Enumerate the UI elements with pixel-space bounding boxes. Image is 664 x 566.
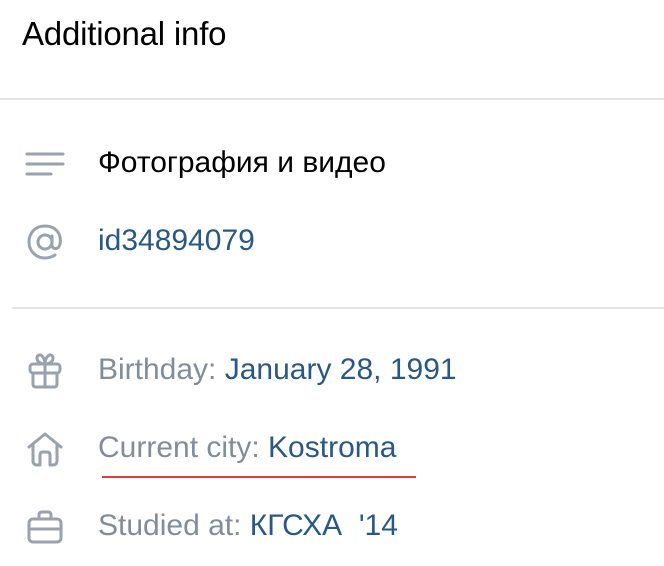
city-row: Current city: Kostroma bbox=[0, 423, 664, 473]
section-title: Additional info bbox=[22, 15, 227, 52]
profile-id-link[interactable]: id34894079 bbox=[98, 216, 255, 266]
birthday-label: Birthday: bbox=[98, 353, 225, 386]
divider bbox=[0, 98, 664, 100]
gift-icon bbox=[24, 351, 66, 391]
photo-video-label: Фотография и видео bbox=[98, 146, 386, 179]
briefcase-icon bbox=[24, 507, 66, 547]
birthday-row: Birthday: January 28, 1991 bbox=[0, 345, 664, 395]
at-icon bbox=[24, 222, 66, 262]
photo-video-row[interactable]: Фотография и видео bbox=[0, 138, 664, 188]
city-label: Current city: bbox=[98, 431, 269, 464]
city-link[interactable]: Kostroma bbox=[268, 431, 396, 464]
home-icon bbox=[24, 429, 66, 469]
divider bbox=[12, 307, 664, 309]
lines-icon bbox=[24, 144, 66, 184]
studied-link[interactable]: КГСХА '14 bbox=[250, 509, 398, 542]
birthday-link[interactable]: January 28, 1991 bbox=[225, 353, 457, 386]
annotation-underline bbox=[102, 476, 416, 478]
profile-id-row: id34894079 bbox=[0, 216, 664, 266]
studied-row: Studied at: КГСХА '14 bbox=[0, 501, 664, 551]
studied-label: Studied at: bbox=[98, 509, 250, 542]
additional-info-panel: Additional info Фотография и видео id348… bbox=[0, 0, 664, 566]
